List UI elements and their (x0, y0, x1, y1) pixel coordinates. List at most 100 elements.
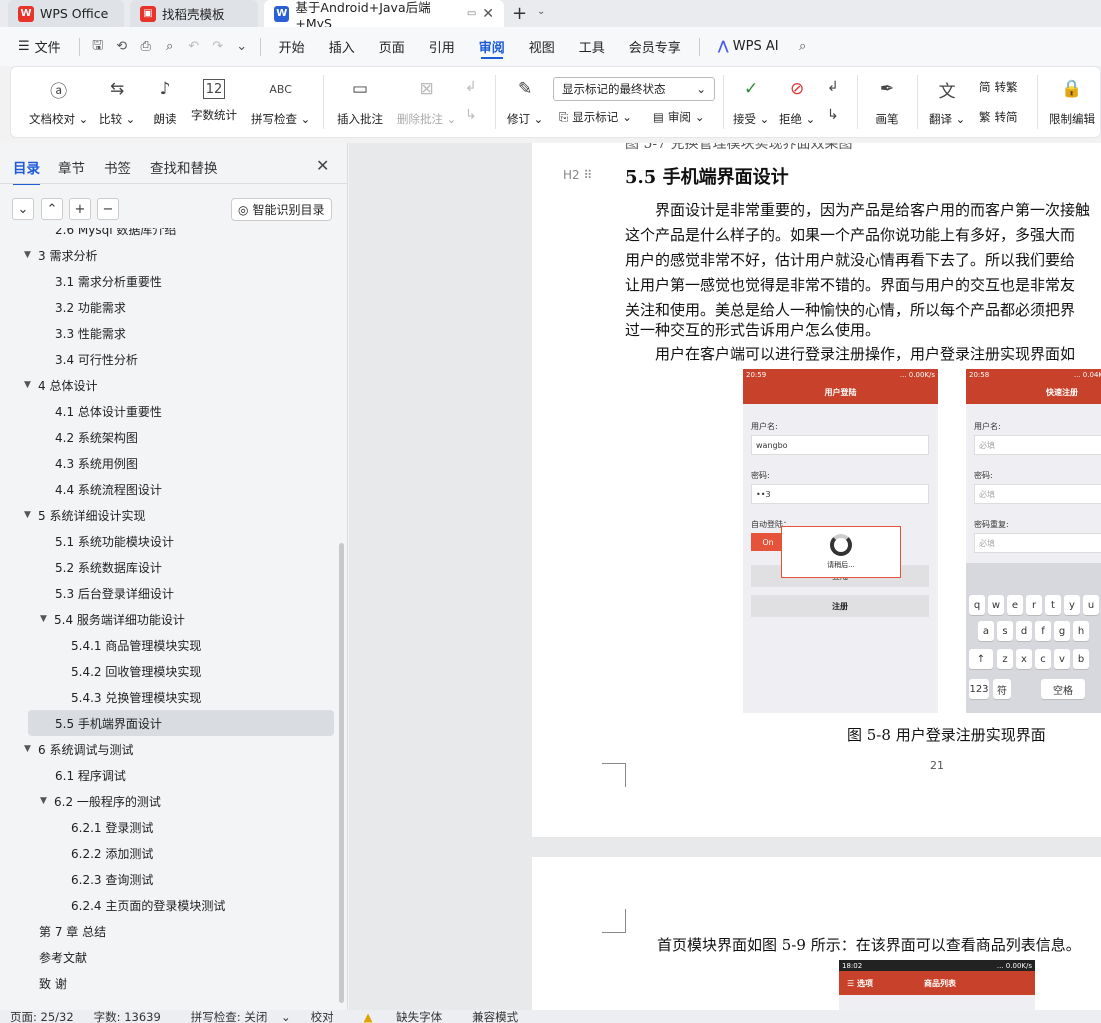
toc-item[interactable]: ▼ 5 系统详细设计实现 (0, 502, 336, 528)
menu-review[interactable]: 审阅 (467, 27, 517, 66)
doc-check-button[interactable]: ⓐ 文档校对 ⌄ (29, 75, 88, 127)
pen-button[interactable]: ✒ 画笔 (873, 75, 901, 127)
redo-icon[interactable]: ↷ (208, 37, 228, 57)
delete-comment-button[interactable]: ⊠ 删除批注 ⌄ (397, 75, 456, 127)
toc-item[interactable]: 6.2.4 主页面的登录模块测试 (0, 892, 336, 918)
menu-tools[interactable]: 工具 (567, 27, 617, 66)
toc-item[interactable]: 致 谢 (0, 970, 336, 996)
tab-chapters[interactable]: 章节 (58, 157, 85, 177)
save-icon[interactable]: 🖫 (88, 37, 108, 57)
compare-button[interactable]: ⇆ 比较 ⌄ (99, 75, 135, 127)
markup-state-select[interactable]: 显示标记的最终状态 ⌄ (553, 77, 715, 101)
next-change-icon[interactable]: ↳ (827, 107, 839, 123)
accept-button[interactable]: ✓ 接受 ⌄ (733, 75, 769, 127)
next-comment-icon[interactable]: ↳ (465, 107, 477, 123)
expand-triangle-icon[interactable]: ▼ (24, 744, 38, 754)
read-aloud-button[interactable]: ♪ 朗读 (151, 75, 179, 127)
tab-document[interactable]: W 基于Android+Java后端+MyS ▭ ✕ (264, 0, 504, 31)
restrict-edit-button[interactable]: 🔒 限制编辑 (1049, 75, 1095, 127)
toc-item[interactable]: ▼ 6 系统调试与测试 (0, 736, 336, 762)
toc-item[interactable]: 2.6 Mysql 数据库介绍 (0, 228, 336, 242)
tab-find-replace[interactable]: 查找和替换 (150, 157, 218, 177)
missing-font-status[interactable]: ▲ 缺失字体 (344, 1010, 463, 1023)
toc-item[interactable]: ▼ 4 总体设计 (0, 372, 336, 398)
tab-toc[interactable]: 目录 (13, 157, 40, 185)
toc-item[interactable]: 5.4.3 兑换管理模块实现 (0, 684, 336, 710)
close-icon[interactable]: ✕ (482, 6, 494, 22)
toc-item[interactable]: 4.4 系统流程图设计 (0, 476, 336, 502)
expand-triangle-icon[interactable]: ▼ (24, 510, 38, 520)
toc-item[interactable]: 5.4.2 回收管理模块实现 (0, 658, 336, 684)
heading-level-marker[interactable]: H2 ⠿ (563, 168, 592, 182)
spell-check-button[interactable]: ABC 拼写检查 ⌄ (251, 75, 310, 127)
toc-item[interactable]: 5.5 手机端界面设计 (28, 710, 334, 736)
expand-triangle-icon[interactable]: ▼ (40, 796, 54, 806)
reject-button[interactable]: ⊘ 拒绝 ⌄ (779, 75, 815, 127)
toc-item[interactable]: 3.1 需求分析重要性 (0, 268, 336, 294)
tab-docer[interactable]: ▣ 找稻壳模板 (130, 0, 258, 27)
show-markup-button[interactable]: ⎘ 显示标记 ⌄ (559, 109, 632, 125)
menu-member[interactable]: 会员专享 (617, 27, 693, 66)
file-menu[interactable]: ☰ 文件 (0, 27, 73, 66)
smart-toc-button[interactable]: ◎ 智能识别目录 (231, 198, 332, 221)
prev-change-icon[interactable]: ↲ (827, 79, 839, 95)
toc-item[interactable]: 参考文献 (0, 944, 336, 970)
menu-reference[interactable]: 引用 (417, 27, 467, 66)
expand-triangle-icon[interactable]: ▼ (24, 250, 38, 260)
to-traditional-button[interactable]: 简 转繁 (979, 79, 1018, 95)
expand-triangle-icon[interactable]: ▼ (40, 614, 54, 624)
review-pane-button[interactable]: ▤ 审阅 ⌄ (653, 109, 705, 125)
menu-insert[interactable]: 插入 (317, 27, 367, 66)
close-pane-icon[interactable]: ✕ (316, 156, 329, 175)
undo-icon[interactable]: ↶ (184, 37, 204, 57)
menu-view[interactable]: 视图 (517, 27, 567, 66)
toc-item[interactable]: 5.3 后台登录详细设计 (0, 580, 336, 606)
new-tab-button[interactable]: + (512, 3, 527, 24)
pane-scrollbar[interactable] (339, 543, 344, 1003)
prev-comment-icon[interactable]: ↲ (465, 79, 477, 95)
wps-ai-button[interactable]: ⋀ WPS AI (706, 27, 791, 66)
toc-item[interactable]: 3.4 可行性分析 (0, 346, 336, 372)
body-line-6: 过一种交互的形式告诉用户怎么使用。 (625, 321, 881, 339)
toc-item[interactable]: ▼ 6.2 一般程序的测试 (0, 788, 336, 814)
spell-check-status[interactable]: 拼写检查: 关闭 ⌄ (171, 1010, 301, 1023)
toc-item[interactable]: 3.2 功能需求 (0, 294, 336, 320)
menu-start[interactable]: 开始 (267, 27, 317, 66)
word-count-status[interactable]: 字数: 13639 (84, 1010, 171, 1023)
print-preview-icon[interactable]: ⌕ (160, 37, 180, 57)
remove-heading-button[interactable]: − (97, 198, 119, 220)
search-icon[interactable]: ⌕ (793, 37, 813, 57)
revise-button[interactable]: ✎ 修订 ⌄ (507, 75, 543, 127)
toc-item[interactable]: 4.2 系统架构图 (0, 424, 336, 450)
collapse-all-button[interactable]: ⌄ (12, 198, 34, 220)
toc-item[interactable]: 4.3 系统用例图 (0, 450, 336, 476)
toc-item[interactable]: 6.2.3 查询测试 (0, 866, 336, 892)
share-icon[interactable]: ⟲ (112, 37, 132, 57)
page-indicator[interactable]: 页面: 25/32 (0, 1010, 84, 1023)
menu-page[interactable]: 页面 (367, 27, 417, 66)
toc-item[interactable]: 5.1 系统功能模块设计 (0, 528, 336, 554)
toc-item[interactable]: 6.1 程序调试 (0, 762, 336, 788)
insert-comment-button[interactable]: ▭ 插入批注 (337, 75, 383, 127)
toc-item[interactable]: 5.2 系统数据库设计 (0, 554, 336, 580)
proof-status[interactable]: 校对 (301, 1010, 344, 1023)
toc-item[interactable]: ▼ 5.4 服务端详细功能设计 (0, 606, 336, 632)
toc-item[interactable]: 第 7 章 总结 (0, 918, 336, 944)
toc-item[interactable]: 4.1 总体设计重要性 (0, 398, 336, 424)
to-simplified-button[interactable]: 繁 转简 (979, 109, 1018, 125)
word-count-button[interactable]: 12 字数统计 (191, 75, 237, 123)
toc-item[interactable]: ▼ 3 需求分析 (0, 242, 336, 268)
expand-all-button[interactable]: ⌃ (41, 198, 63, 220)
toc-item[interactable]: 3.3 性能需求 (0, 320, 336, 346)
tab-bookmarks[interactable]: 书签 (104, 157, 131, 177)
expand-triangle-icon[interactable]: ▼ (24, 380, 38, 390)
add-heading-button[interactable]: + (69, 198, 91, 220)
toc-item[interactable]: 6.2.1 登录测试 (0, 814, 336, 840)
toc-item[interactable]: 5.4.1 商品管理模块实现 (0, 632, 336, 658)
print-icon[interactable]: ⎙ (136, 37, 156, 57)
quick-access-chevron-icon[interactable]: ⌄ (232, 37, 252, 57)
tab-wps-office[interactable]: W WPS Office (8, 0, 124, 27)
toc-item[interactable]: 6.2.2 添加测试 (0, 840, 336, 866)
tab-list-chevron-icon[interactable]: ⌄ (537, 6, 545, 17)
translate-button[interactable]: 文 翻译 ⌄ (929, 75, 965, 127)
